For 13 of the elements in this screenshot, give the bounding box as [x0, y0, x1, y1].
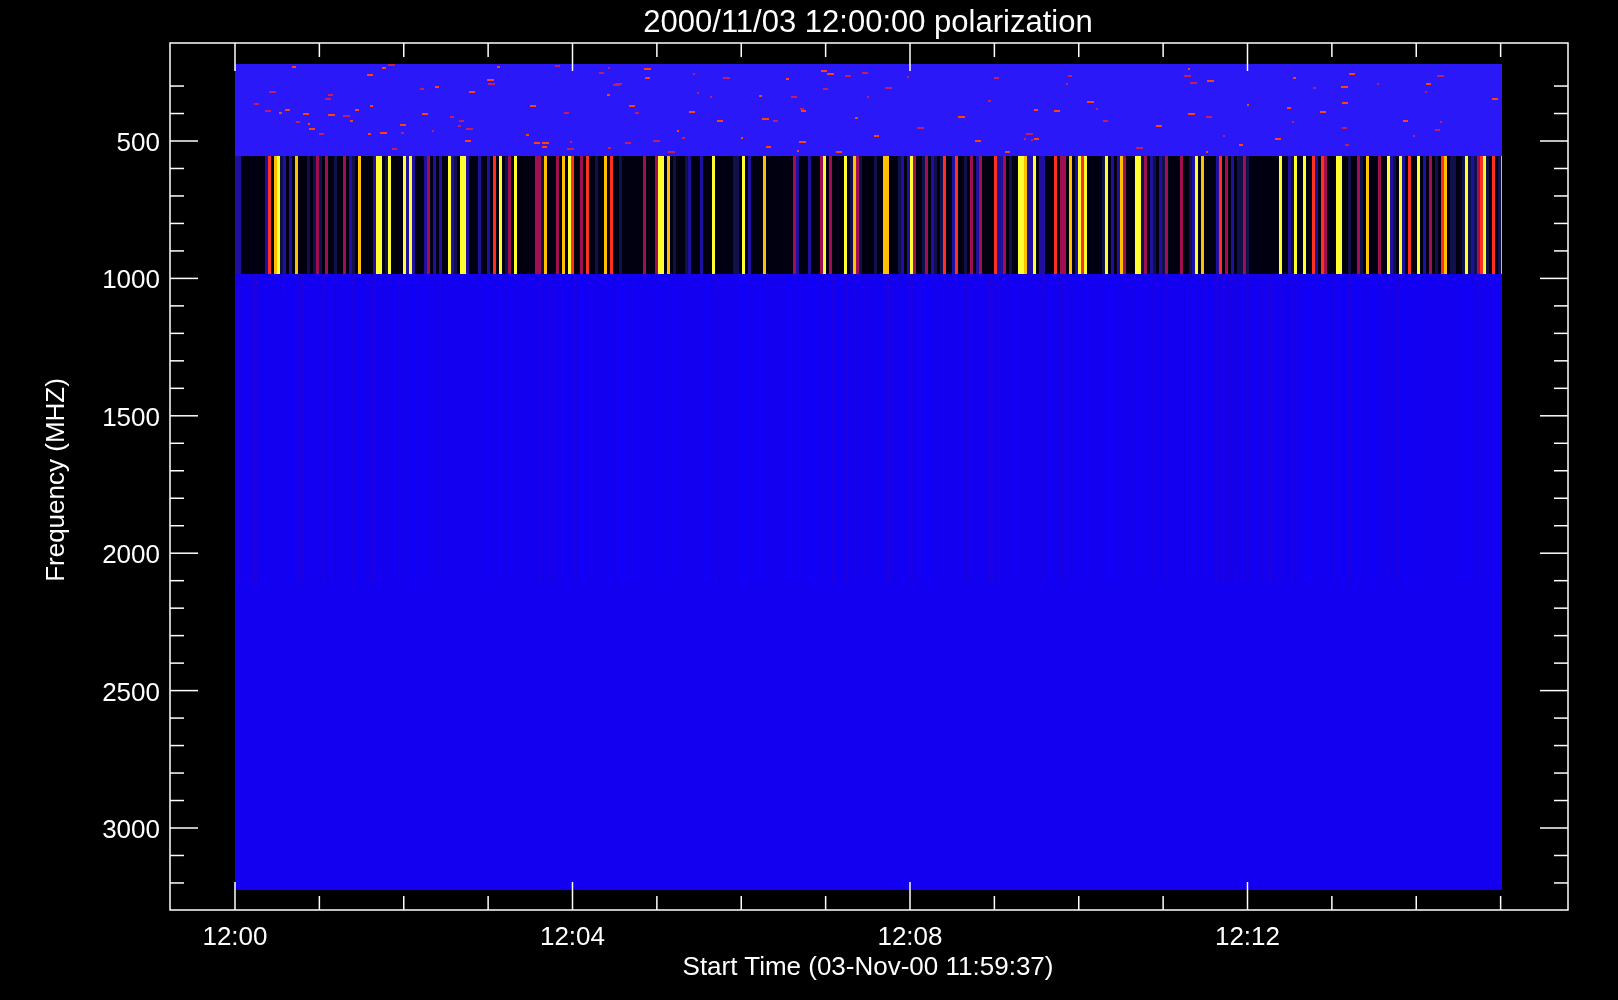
y-axis-title: Frequency (MHZ) [40, 378, 70, 582]
y-tick-label: 1500 [102, 401, 160, 432]
y-tick-label: 500 [116, 127, 160, 157]
x-tick-label: 12:12 [1214, 921, 1281, 951]
x-tick-label: 12:04 [539, 921, 606, 951]
x-tick-label: 12:00 [202, 921, 268, 951]
x-tick-label: 12:08 [877, 921, 943, 951]
y-tick-label: 2500 [102, 676, 160, 707]
y-tick-label: 1000 [102, 264, 160, 295]
x-axis-title: Start Time (03-Nov-00 11:59:37) [682, 951, 1054, 981]
y-tick-label: 3000 [102, 814, 160, 844]
plot-title: 2000/11/03 12:00:00 polarization [643, 4, 1093, 39]
y-tick-label: 2000 [102, 539, 160, 570]
